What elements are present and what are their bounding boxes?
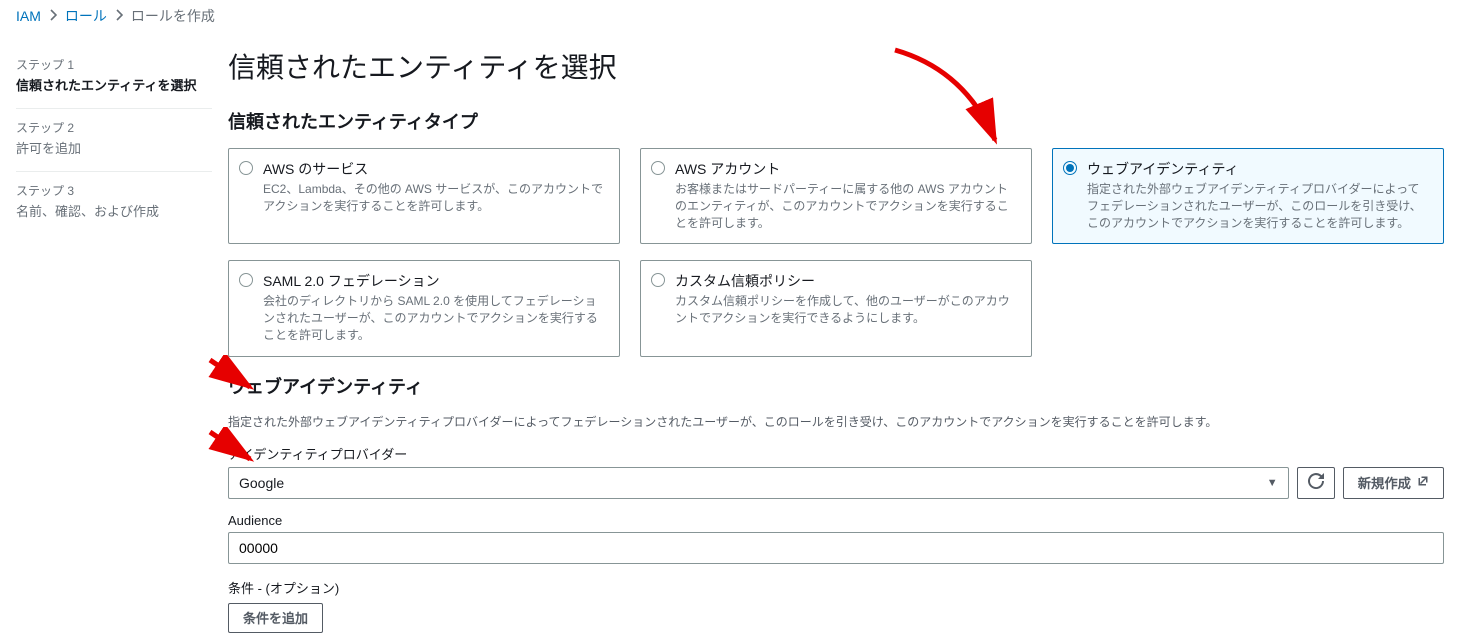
chevron-down-icon: ▼ [1267,477,1278,489]
identity-provider-label: アイデンティティプロバイダー [228,444,1444,463]
radio-icon [651,273,665,287]
wizard-sidebar: ステップ 1 信頼されたエンティティを選択 ステップ 2 許可を追加 ステップ … [16,34,228,633]
entity-option-title: ウェブアイデンティティ [1087,159,1431,179]
chevron-right-icon [115,8,123,24]
entity-option-desc: EC2、Lambda、その他の AWS サービスが、このアカウントでアクションを… [263,181,607,215]
step-title: 信頼されたエンティティを選択 [16,75,212,94]
entity-option-custom-trust[interactable]: カスタム信頼ポリシー カスタム信頼ポリシーを作成して、他のユーザーがこのアカウン… [640,260,1032,356]
entity-option-web-identity[interactable]: ウェブアイデンティティ 指定された外部ウェブアイデンティティプロバイダーによって… [1052,148,1444,244]
step-number: ステップ 3 [16,182,212,199]
audience-input[interactable] [228,532,1444,564]
select-value: Google [239,475,284,491]
entity-option-title: AWS アカウント [675,159,1019,179]
wizard-step-2[interactable]: ステップ 2 許可を追加 [16,109,212,172]
add-condition-button[interactable]: 条件を追加 [228,603,323,633]
entity-type-heading: 信頼されたエンティティタイプ [228,108,1444,134]
step-number: ステップ 1 [16,56,212,73]
step-title: 名前、確認、および作成 [16,201,212,220]
entity-option-saml[interactable]: SAML 2.0 フェデレーション 会社のディレクトリから SAML 2.0 を… [228,260,620,356]
breadcrumb-link-roles[interactable]: ロール [65,6,107,26]
identity-provider-select[interactable]: Google ▼ [228,467,1289,499]
radio-icon [239,273,253,287]
entity-option-desc: 指定された外部ウェブアイデンティティプロバイダーによってフェデレーションされたユ… [1087,181,1431,231]
entity-option-title: カスタム信頼ポリシー [675,271,1019,291]
refresh-button[interactable] [1297,467,1335,499]
entity-option-aws-service[interactable]: AWS のサービス EC2、Lambda、その他の AWS サービスが、このアカ… [228,148,620,244]
conditions-label: 条件 - (オプション) [228,578,1444,597]
web-identity-heading: ウェブアイデンティティ [228,373,1444,399]
create-new-button[interactable]: 新規作成 [1343,467,1444,499]
main-content: 信頼されたエンティティを選択 信頼されたエンティティタイプ AWS のサービス … [228,34,1456,633]
entity-option-desc: 会社のディレクトリから SAML 2.0 を使用してフェデレーションされたユーザ… [263,293,607,343]
audience-label: Audience [228,513,1444,528]
breadcrumb-current: ロールを作成 [131,6,215,26]
external-link-icon [1417,475,1429,490]
entity-option-title: AWS のサービス [263,159,607,179]
radio-icon [239,161,253,175]
step-title: 許可を追加 [16,138,212,157]
entity-option-desc: カスタム信頼ポリシーを作成して、他のユーザーがこのアカウントでアクションを実行で… [675,293,1019,327]
web-identity-desc: 指定された外部ウェブアイデンティティプロバイダーによってフェデレーションされたユ… [228,413,1444,430]
wizard-step-3[interactable]: ステップ 3 名前、確認、および作成 [16,172,212,234]
radio-icon [651,161,665,175]
entity-option-aws-account[interactable]: AWS アカウント お客様またはサードパーティーに属する他の AWS アカウント… [640,148,1032,244]
radio-icon [1063,161,1077,175]
wizard-step-1[interactable]: ステップ 1 信頼されたエンティティを選択 [16,46,212,109]
breadcrumb: IAM ロール ロールを作成 [0,0,1472,34]
chevron-right-icon [49,8,57,24]
page-title: 信頼されたエンティティを選択 [228,46,1444,86]
entity-option-title: SAML 2.0 フェデレーション [263,271,607,291]
step-number: ステップ 2 [16,119,212,136]
button-label: 新規作成 [1358,473,1411,492]
refresh-icon [1308,473,1324,492]
breadcrumb-link-iam[interactable]: IAM [16,8,41,24]
entity-option-desc: お客様またはサードパーティーに属する他の AWS アカウントのエンティティが、こ… [675,181,1019,231]
